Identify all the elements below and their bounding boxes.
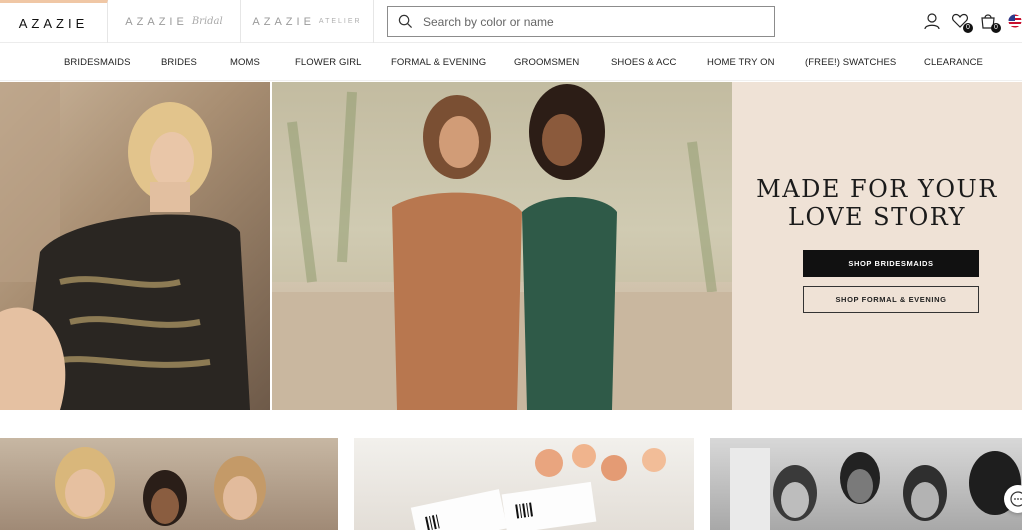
hero-banner: MADE FOR YOUR LOVE STORY SHOP BRIDESMAID… bbox=[0, 82, 1022, 410]
promo-tile-swatches-photo[interactable] bbox=[354, 438, 694, 530]
shop-formal-evening-button[interactable]: SHOP FORMAL & EVENING bbox=[803, 286, 979, 313]
us-flag-icon[interactable] bbox=[1008, 14, 1022, 28]
hero-image-two-models[interactable] bbox=[272, 82, 732, 410]
top-header: AZAZIE AZAZIEBridal AZAZIEATELIER 0 0 bbox=[0, 0, 1022, 43]
brand-logo-azazie: AZAZIE bbox=[18, 15, 89, 31]
brand-logo-bridal: AZAZIE bbox=[125, 15, 188, 28]
hero-title-line-2: LOVE STORY bbox=[788, 203, 966, 231]
promo-tile-group-photo[interactable] bbox=[0, 438, 338, 530]
wishlist-count-badge: 0 bbox=[963, 23, 973, 33]
search-icon bbox=[398, 14, 413, 29]
hero-title: MADE FOR YOUR LOVE STORY bbox=[732, 175, 1022, 231]
chat-bubble-icon bbox=[1010, 491, 1022, 507]
nav-item-clearance[interactable]: CLEARANCE bbox=[924, 57, 983, 68]
hero-cta-panel: MADE FOR YOUR LOVE STORY SHOP BRIDESMAID… bbox=[732, 82, 1022, 410]
nav-item-bridesmaids[interactable]: BRIDESMAIDS bbox=[64, 57, 131, 68]
brand-tab-azazie[interactable]: AZAZIE bbox=[0, 0, 108, 43]
cart-count-badge: 0 bbox=[991, 23, 1001, 33]
brand-logo-bridal-script: Bridal bbox=[191, 16, 223, 27]
nav-item-formal-evening[interactable]: FORMAL & EVENING bbox=[391, 57, 486, 68]
brand-tab-atelier[interactable]: AZAZIE ATELIER bbox=[241, 0, 374, 43]
shop-bridesmaids-button[interactable]: SHOP BRIDESMAIDS bbox=[803, 250, 979, 277]
nav-item-brides[interactable]: BRIDES bbox=[161, 57, 197, 68]
nav-item-swatches[interactable]: (FREE!) SWATCHES bbox=[805, 57, 896, 68]
search-input[interactable] bbox=[423, 14, 753, 29]
nav-item-groomsmen[interactable]: GROOMSMEN bbox=[514, 57, 579, 68]
main-nav: BRIDESMAIDS BRIDES MOMS FLOWER GIRL FORM… bbox=[0, 43, 1022, 81]
nav-item-home-try-on[interactable]: HOME TRY ON bbox=[707, 57, 775, 68]
brand-logo-atelier: AZAZIE bbox=[252, 15, 315, 28]
search-bar[interactable] bbox=[387, 6, 775, 37]
wishlist-icon[interactable]: 0 bbox=[951, 12, 973, 33]
cart-icon[interactable]: 0 bbox=[979, 12, 1001, 33]
nav-item-moms[interactable]: MOMS bbox=[230, 57, 260, 68]
brand-logo-atelier-suffix: ATELIER bbox=[318, 18, 362, 25]
nav-item-flower-girl[interactable]: FLOWER GIRL bbox=[295, 57, 362, 68]
account-icon[interactable] bbox=[923, 12, 941, 30]
nav-item-shoes-acc[interactable]: SHOES & ACC bbox=[611, 57, 677, 68]
promo-tile-friends-photo[interactable] bbox=[710, 438, 1022, 530]
hero-image-floral-dress[interactable] bbox=[0, 82, 270, 410]
hero-title-line-1: MADE FOR YOUR bbox=[756, 175, 998, 203]
brand-tab-bridal[interactable]: AZAZIE Bridal bbox=[108, 0, 241, 43]
